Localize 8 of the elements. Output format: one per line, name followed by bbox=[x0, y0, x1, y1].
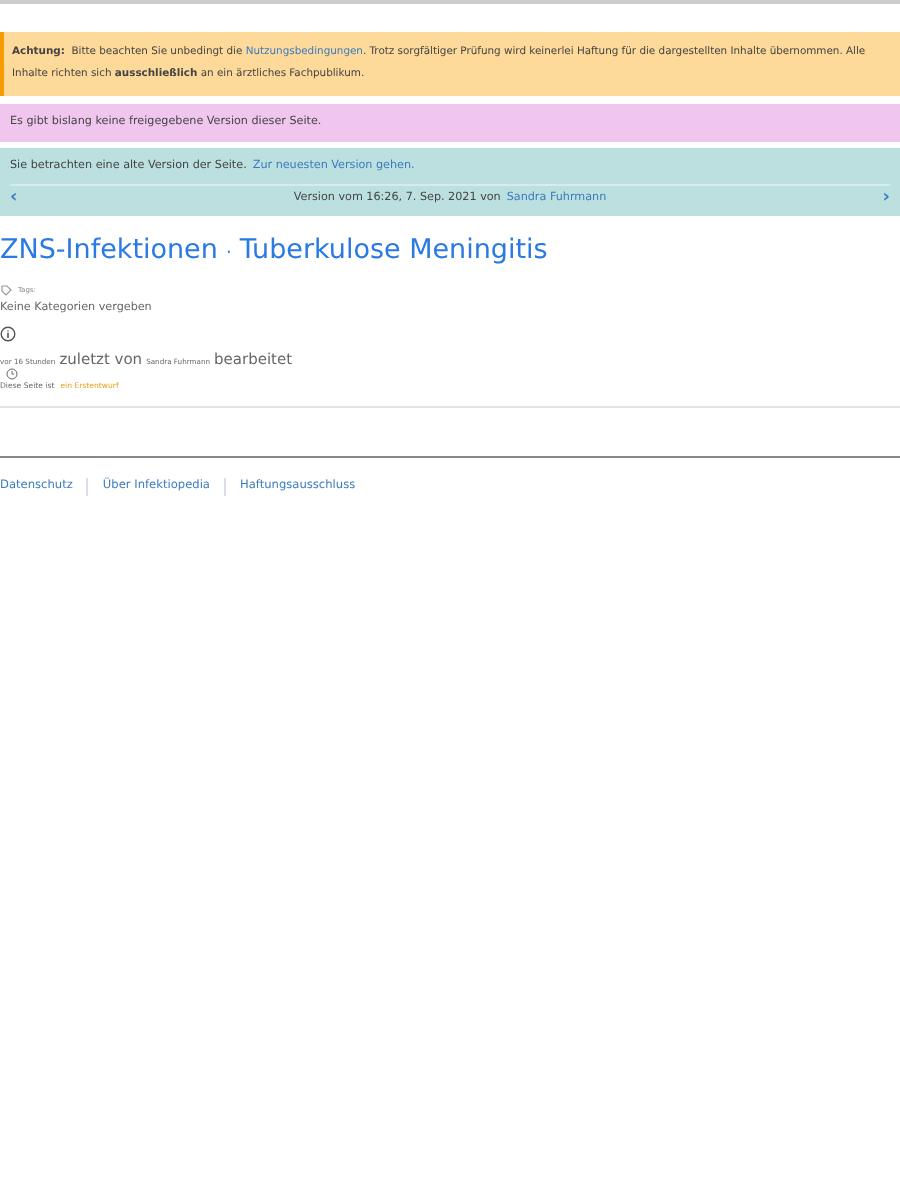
next-version-arrow[interactable]: › bbox=[882, 186, 890, 212]
tag-icon bbox=[0, 284, 12, 296]
previous-version-arrow[interactable]: ‹ bbox=[10, 186, 18, 212]
info-icon bbox=[0, 326, 16, 342]
page-title: Tuberkulose Meningitis bbox=[239, 234, 548, 266]
title-separator: · bbox=[225, 244, 232, 264]
parent-page-link[interactable]: ZNS-Infektionen bbox=[0, 234, 218, 266]
clock-icon bbox=[6, 368, 18, 380]
